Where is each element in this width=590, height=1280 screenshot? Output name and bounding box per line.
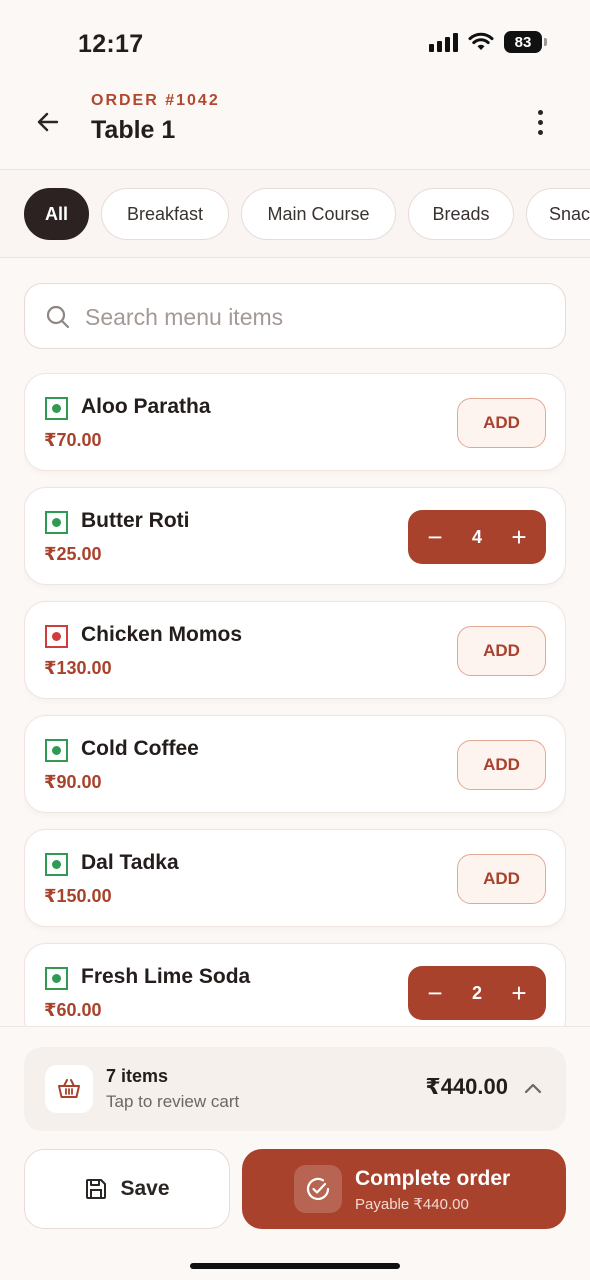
veg-icon <box>45 739 68 762</box>
quantity-value: 2 <box>471 982 482 1003</box>
battery-level: 83 <box>514 33 532 51</box>
menu-item[interactable]: Dal Tadka ₹150.00 ADD <box>24 829 566 927</box>
minus-icon[interactable]: − <box>426 980 444 1006</box>
status-bar: 12:17 83 <box>0 0 590 86</box>
add-button[interactable]: ADD <box>457 398 546 448</box>
cart-item-count: 7 items <box>106 1066 169 1086</box>
cart-hint: Tap to review cart <box>106 1092 240 1111</box>
add-button[interactable]: ADD <box>457 854 546 904</box>
cart-summary[interactable]: 7 items Tap to review cart ₹440.00 <box>24 1047 566 1131</box>
order-number: ORDER #1042 <box>91 92 220 109</box>
menu-item[interactable]: Cold Coffee ₹90.00 ADD <box>24 715 566 813</box>
quantity-stepper: − 4 + <box>408 510 546 564</box>
veg-icon <box>45 853 68 876</box>
plus-icon[interactable]: + <box>510 524 528 550</box>
basket-icon <box>45 1065 93 1113</box>
item-price: ₹25.00 <box>44 544 102 564</box>
add-button[interactable]: ADD <box>457 626 546 676</box>
item-name: Cold Coffee <box>81 737 199 760</box>
save-icon <box>86 1179 107 1199</box>
status-time: 12:17 <box>78 30 144 58</box>
item-price: ₹90.00 <box>44 772 102 792</box>
search-bar <box>24 283 566 349</box>
header: ORDER #1042 Table 1 <box>0 86 590 170</box>
non-veg-icon <box>45 625 68 648</box>
veg-icon <box>45 397 68 420</box>
complete-order-button[interactable]: Complete order Payable ₹440.00 <box>242 1149 566 1229</box>
back-button[interactable] <box>30 104 66 140</box>
battery-icon: 83 <box>504 31 547 53</box>
minus-icon[interactable]: − <box>426 524 444 550</box>
menu-item[interactable]: Aloo Paratha ₹70.00 ADD <box>24 373 566 471</box>
save-label: Save <box>120 1177 170 1200</box>
search-icon <box>46 305 70 329</box>
search-input[interactable] <box>85 296 545 338</box>
status-icons: 83 <box>429 31 547 53</box>
menu-item[interactable]: Butter Roti ₹25.00 − 4 + <box>24 487 566 585</box>
more-vertical-icon <box>537 109 543 115</box>
complete-order-label: Complete order <box>355 1167 511 1190</box>
home-indicator[interactable] <box>190 1263 400 1269</box>
order-screen: 12:17 83 ORDER #1042 Table 1 All Breakfa… <box>0 0 590 1280</box>
more-options-button[interactable] <box>522 102 558 142</box>
item-name: Dal Tadka <box>81 851 179 874</box>
chip-all[interactable]: All <box>24 188 89 240</box>
chip-snacks[interactable]: Snac <box>526 188 590 240</box>
item-name: Fresh Lime Soda <box>81 965 251 988</box>
payable-amount: Payable ₹440.00 <box>355 1196 469 1213</box>
veg-icon <box>45 967 68 990</box>
check-circle-icon <box>294 1165 342 1213</box>
item-price: ₹130.00 <box>44 658 112 678</box>
chip-main-course[interactable]: Main Course <box>241 188 396 240</box>
menu-list: Aloo Paratha ₹70.00 ADD Butter Roti ₹25.… <box>24 373 566 1026</box>
quantity-stepper: − 2 + <box>408 966 546 1020</box>
chip-breakfast[interactable]: Breakfast <box>101 188 229 240</box>
veg-icon <box>45 511 68 534</box>
arrow-left-icon <box>37 112 59 132</box>
bottom-bar: 7 items Tap to review cart ₹440.00 Save <box>0 1026 590 1280</box>
save-button[interactable]: Save <box>24 1149 230 1229</box>
page-title: Table 1 <box>91 116 176 144</box>
chevron-up-icon <box>524 1083 542 1094</box>
signal-icon <box>429 32 458 52</box>
category-chips: All Breakfast Main Course Breads Snac <box>0 170 590 258</box>
item-price: ₹70.00 <box>44 430 102 450</box>
item-price: ₹150.00 <box>44 886 112 906</box>
menu-item[interactable]: Chicken Momos ₹130.00 ADD <box>24 601 566 699</box>
item-name: Butter Roti <box>81 509 190 532</box>
plus-icon[interactable]: + <box>510 980 528 1006</box>
wifi-icon <box>468 32 494 50</box>
add-button[interactable]: ADD <box>457 740 546 790</box>
item-price: ₹60.00 <box>44 1000 102 1020</box>
item-name: Aloo Paratha <box>81 395 211 418</box>
item-name: Chicken Momos <box>81 623 243 646</box>
menu-item[interactable]: Fresh Lime Soda ₹60.00 − 2 + <box>24 943 566 1026</box>
cart-total: ₹440.00 <box>425 1074 508 1099</box>
quantity-value: 4 <box>471 526 482 547</box>
chip-breads[interactable]: Breads <box>408 188 514 240</box>
